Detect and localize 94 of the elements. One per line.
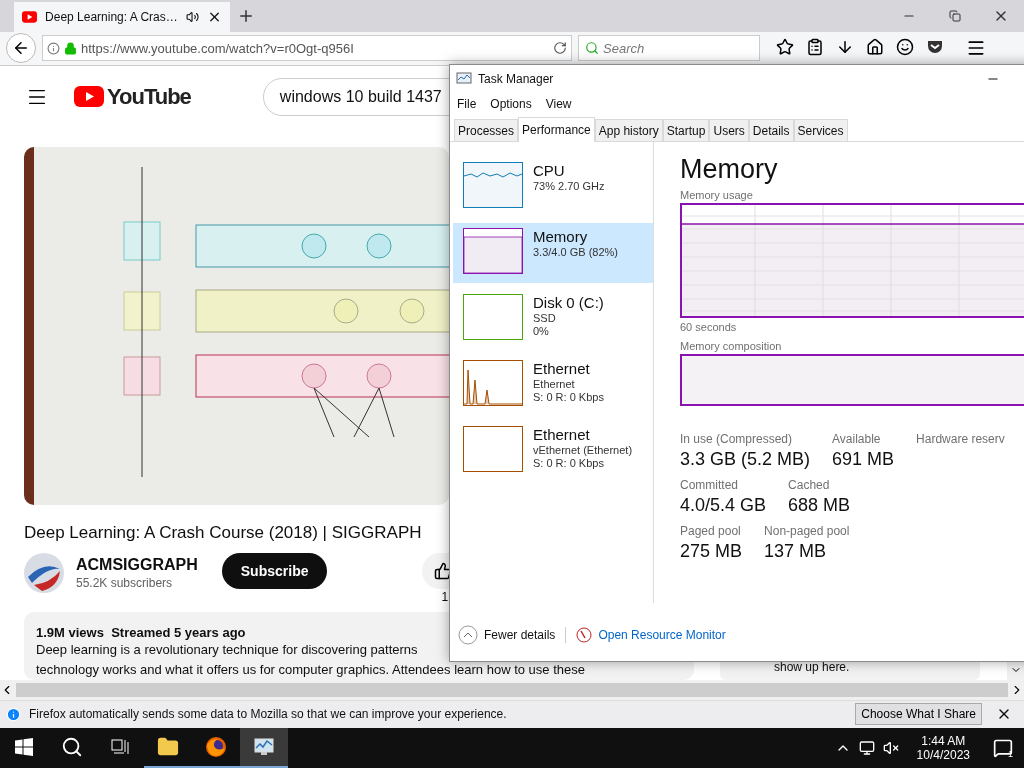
clock[interactable]: 1:44 AM 10/4/2023: [916, 733, 970, 762]
resource-detail: S: 0 R: 0 Kbps: [533, 457, 605, 469]
windows-icon: [15, 737, 33, 756]
play-icon: [22, 10, 38, 23]
info-icon[interactable]: [47, 41, 60, 55]
network-icon[interactable]: [858, 739, 875, 756]
menu-item[interactable]: Options: [490, 97, 532, 111]
resource-detail: SSD: [533, 312, 557, 324]
taskbar-app[interactable]: [240, 727, 288, 768]
resource-detail: 73% 2.70 GHz: [533, 180, 605, 192]
time: 1:44 AM: [921, 733, 966, 748]
notification-message: Firefox automatically sends some data to Mozilla so that we can improve your experience.: [29, 707, 508, 722]
stat-label: Paged pool: [680, 524, 742, 538]
stat-label: In use (Compressed): [680, 432, 794, 446]
reload-icon[interactable]: [553, 41, 567, 56]
resource-item[interactable]: Ethernet vEthernet (Ethernet) S: 0 R: 0 Kbps: [453, 421, 653, 481]
resource-item[interactable]: Ethernet Ethernet S: 0 R: 0 Kbps: [453, 355, 653, 415]
menu-item[interactable]: View: [545, 97, 572, 111]
scrollbar-thumb[interactable]: [16, 683, 1008, 697]
subscribe-button[interactable]: Subscribe: [221, 553, 328, 590]
tab[interactable]: Performance: [518, 117, 595, 142]
monitor-icon: [456, 72, 472, 86]
url-text: https://www.youtube.com/watch?v=r0Ogt-q956I: [81, 40, 355, 56]
stat-value: 691 MB: [832, 449, 895, 470]
resource-detail: vEthernet (Ethernet): [533, 444, 633, 456]
youtube-logo[interactable]: YouTube: [74, 83, 191, 110]
firefox-icon: [205, 735, 227, 758]
tab-title: Deep Learning: A Cras…: [45, 9, 178, 24]
stat-label: Committed: [680, 478, 739, 492]
search-field[interactable]: Search: [578, 35, 760, 62]
tab[interactable]: App history: [594, 119, 663, 141]
description-line: technology works and what it offers us for computer graphics. Attendees learn how to use these: [36, 661, 585, 680]
channel-name[interactable]: ACMSIGGRAPH: [76, 556, 198, 575]
task-view-icon[interactable]: [111, 738, 129, 755]
chevron-up-icon: [458, 625, 478, 645]
tab[interactable]: Details: [748, 119, 794, 141]
stat-label: Non-paged pool: [764, 524, 850, 538]
resource-detail: 0%: [533, 325, 550, 337]
tab[interactable]: Startup: [662, 119, 710, 141]
window-title: Task Manager: [478, 72, 554, 86]
stat-value: 688 MB: [788, 495, 851, 516]
stat-value: 137 MB: [764, 541, 828, 562]
stat-value: 275 MB: [680, 541, 743, 562]
date: 10/4/2023: [916, 747, 970, 762]
clipboard-icon[interactable]: [806, 38, 824, 57]
folder-icon: [157, 735, 179, 758]
back-button[interactable]: [6, 33, 36, 64]
stat-value: 4.0/5.4 GB: [680, 495, 767, 516]
resource-detail: Ethernet: [533, 378, 576, 390]
resource-item[interactable]: Disk 0 (C:) SSD 0%: [453, 289, 653, 349]
home-icon[interactable]: [866, 38, 884, 57]
graph-label: Memory usage: [680, 189, 754, 201]
resource-name: Ethernet: [533, 426, 591, 443]
time-label: 60 seconds: [680, 321, 738, 333]
resource-name: Ethernet: [533, 360, 591, 377]
address-field[interactable]: https://www.youtube.com/watch?v=r0Ogt-q956I: [42, 35, 572, 62]
tab[interactable]: Services: [793, 119, 848, 141]
resource-name: Memory: [533, 228, 589, 245]
panel-heading: Memory: [680, 154, 779, 185]
monitor-icon: [253, 735, 275, 758]
restore-icon[interactable]: [949, 9, 961, 22]
like-count: 1: [441, 590, 449, 605]
search-icon: [585, 41, 599, 56]
horizontal-scrollbar[interactable]: [0, 680, 1024, 700]
tab[interactable]: Users: [709, 119, 749, 141]
choose-button[interactable]: Choose What I Share: [855, 703, 982, 726]
stat-label: Cached: [788, 478, 831, 492]
video-meta: 1.9M views Streamed 5 years ago: [36, 625, 246, 641]
stat-label: Hardware reserv: [916, 432, 1005, 446]
graph-label: Memory composition: [680, 340, 783, 352]
resource-item[interactable]: Memory 3.3/4.0 GB (82%): [453, 223, 653, 283]
info-icon: [6, 706, 21, 722]
lock-icon[interactable]: [64, 41, 77, 55]
stat-value: 3.3 GB (5.2 MB): [680, 449, 811, 470]
stat-label: Available: [832, 432, 882, 446]
resource-item[interactable]: CPU 73% 2.70 GHz: [453, 157, 653, 217]
search-icon[interactable]: [61, 735, 83, 758]
resource-detail: 3.3/4.0 GB (82%): [533, 246, 618, 258]
volume-muted-icon[interactable]: [882, 739, 899, 756]
menu-item[interactable]: File: [457, 97, 477, 111]
chat-note: show up here.: [774, 660, 850, 675]
browser-tab[interactable]: Deep Learning: A Cras…: [14, 1, 230, 32]
gauge-icon: [576, 627, 593, 643]
subscriber-count: 55.2K subscribers: [76, 576, 174, 591]
smiley-icon[interactable]: [896, 38, 914, 57]
resource-name: Disk 0 (C:): [533, 294, 604, 311]
resource-detail: S: 0 R: 0 Kbps: [533, 391, 604, 403]
speaker-icon[interactable]: [185, 9, 199, 24]
tab[interactable]: Processes: [454, 119, 519, 141]
fewer-details-button[interactable]: Fewer details: [458, 625, 556, 645]
channel-avatar[interactable]: [24, 553, 64, 594]
bookmark-star-icon[interactable]: [776, 38, 794, 57]
resource-name: CPU: [533, 162, 566, 179]
description-line: Deep learning is a revolutionary technique for discovering patterns: [36, 641, 418, 660]
